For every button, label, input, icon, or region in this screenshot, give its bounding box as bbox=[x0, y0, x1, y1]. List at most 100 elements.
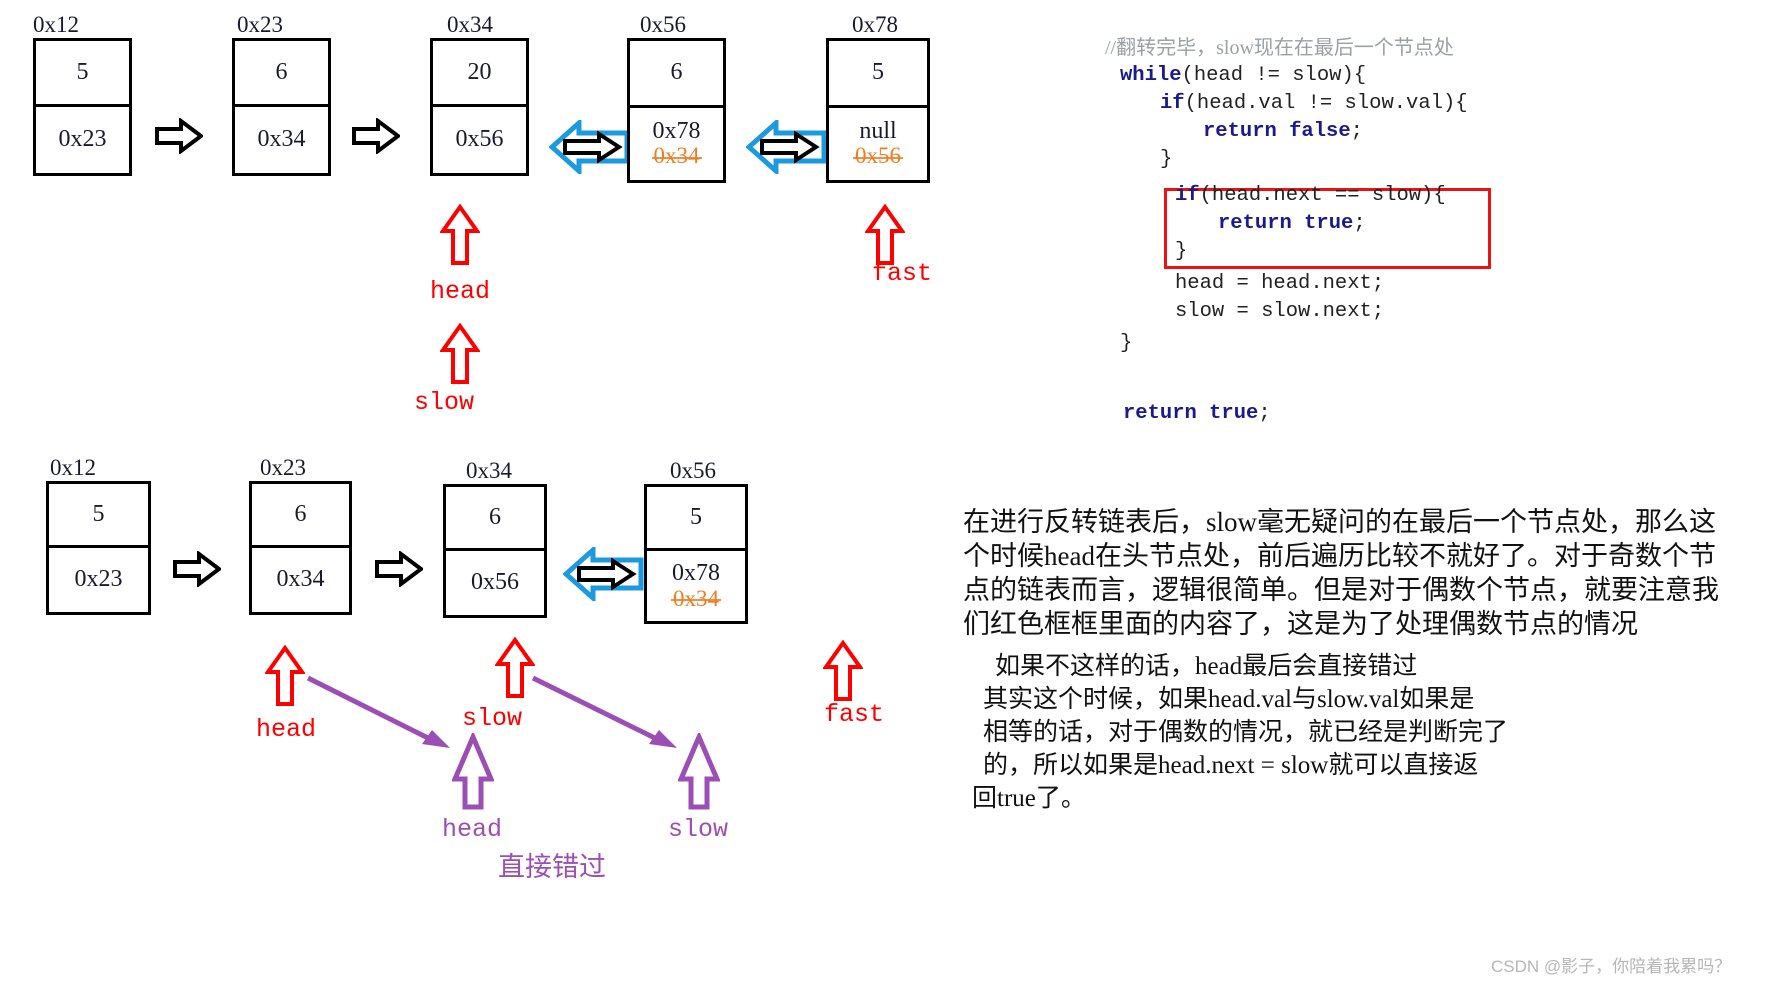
list-node: 5 0x23 bbox=[33, 38, 132, 176]
list-node: 20 0x56 bbox=[430, 38, 529, 176]
code-line: while(head != slow){ bbox=[1120, 62, 1366, 90]
node-next-value: 0x56 bbox=[455, 126, 504, 153]
code-text: } bbox=[1175, 240, 1188, 263]
code-keyword: if bbox=[1160, 92, 1185, 115]
node-next: 0x56 bbox=[433, 107, 526, 173]
code-text: (head.next == slow){ bbox=[1199, 184, 1446, 207]
note-line: 如果不这样的话，head最后会直接错过 bbox=[995, 653, 1418, 680]
next-pointer-arrow-icon bbox=[352, 117, 402, 159]
node-next: null 0x56 bbox=[829, 108, 927, 180]
head-new-pointer-label: head bbox=[442, 815, 503, 844]
code-keyword: if bbox=[1175, 184, 1200, 207]
node-value: 6 bbox=[446, 487, 544, 551]
note-line: 个时候head在头节点处，前后遍历比较不就好了。对于奇数个节 bbox=[963, 541, 1716, 571]
node-next: 0x34 bbox=[235, 107, 328, 173]
node-address-label: 0x56 bbox=[670, 458, 716, 483]
next-pointer-arrow-icon bbox=[173, 550, 223, 592]
node-next: 0x78 0x34 bbox=[630, 108, 723, 180]
node-value: 6 bbox=[235, 41, 328, 107]
node-next-old-value: 0x56 bbox=[853, 143, 903, 169]
next-pointer-arrow-icon bbox=[375, 550, 425, 592]
list-node: 5 null 0x56 bbox=[826, 38, 930, 183]
code-text: ; bbox=[1350, 120, 1363, 143]
note-line: 们红色框框里面的内容了，这是为了处理偶数节点的情况 bbox=[963, 609, 1638, 639]
code-block: //翻转完毕，slow现在在最后一个节点处 bbox=[1105, 34, 1454, 64]
note-line: 在进行反转链表后，slow毫无疑问的在最后一个节点处，那么这 bbox=[963, 507, 1717, 537]
code-text: ; bbox=[1353, 212, 1366, 235]
node-next: 0x56 bbox=[446, 551, 544, 615]
list-node: 6 0x34 bbox=[232, 38, 331, 176]
reversed-pointer-arrow-icon bbox=[548, 117, 631, 179]
node-next: 0x78 0x34 bbox=[647, 551, 745, 621]
list-node: 6 0x56 bbox=[443, 484, 547, 618]
node-value: 5 bbox=[36, 41, 129, 107]
node-next: 0x23 bbox=[36, 107, 129, 173]
node-address-label: 0x23 bbox=[260, 455, 306, 480]
fast-pointer-label: fast bbox=[872, 259, 933, 288]
node-next-value: 0x23 bbox=[74, 566, 123, 593]
node-next-value: null bbox=[859, 118, 897, 145]
note-line: 点的链表而言，逻辑很简单。但是对于偶数个节点，就要注意我 bbox=[963, 575, 1719, 605]
code-text: } bbox=[1120, 332, 1133, 355]
code-line-return: return true; bbox=[1123, 400, 1271, 428]
slow-new-pointer-arrow-icon bbox=[677, 730, 721, 816]
code-text: ; bbox=[1258, 402, 1271, 425]
slow-pointer-arrow-icon bbox=[439, 322, 481, 390]
slow-new-pointer-label: slow bbox=[668, 815, 729, 844]
code-line: } bbox=[1160, 146, 1172, 174]
list-node: 6 0x34 bbox=[249, 481, 352, 615]
node-next-value: 0x23 bbox=[58, 126, 107, 153]
head-pointer-arrow-icon bbox=[264, 644, 306, 712]
head-new-pointer-arrow-icon bbox=[451, 730, 495, 816]
node-next: 0x23 bbox=[49, 548, 148, 612]
node-next-value: 0x34 bbox=[257, 126, 306, 153]
list-node: 5 0x78 0x34 bbox=[644, 484, 748, 624]
reversed-pointer-arrow-icon bbox=[562, 544, 645, 606]
head-move-arrow-icon bbox=[306, 675, 450, 748]
list-node: 6 0x78 0x34 bbox=[627, 38, 726, 183]
fast-pointer-label: fast bbox=[824, 700, 885, 729]
fast-pointer-arrow-icon bbox=[822, 639, 864, 707]
node-value: 6 bbox=[630, 41, 723, 108]
missed-caption: 直接错过 bbox=[498, 852, 606, 882]
code-comment: //翻转完毕，slow现在在最后一个节点处 bbox=[1105, 37, 1454, 59]
code-text: (head != slow){ bbox=[1181, 64, 1367, 87]
diagram-canvas: 0x12 5 0x23 0x23 6 0x34 0x34 20 0x56 0x5… bbox=[0, 0, 1769, 996]
node-address-label: 0x23 bbox=[237, 12, 283, 37]
code-line: slow = slow.next; bbox=[1175, 298, 1384, 326]
head-pointer-label: head bbox=[430, 277, 491, 306]
node-next-old-value: 0x34 bbox=[671, 585, 721, 611]
node-value: 20 bbox=[433, 41, 526, 107]
node-next: 0x34 bbox=[252, 548, 349, 612]
code-line: } bbox=[1175, 238, 1187, 266]
code-text: slow = slow.next; bbox=[1175, 300, 1385, 323]
note-line: 的，所以如果是head.next = slow就可以直接返 bbox=[983, 752, 1479, 779]
node-next-value: 0x34 bbox=[276, 566, 325, 593]
next-pointer-arrow-icon bbox=[155, 117, 205, 159]
code-keyword: return true bbox=[1218, 212, 1354, 235]
node-address-label: 0x34 bbox=[466, 458, 512, 483]
node-value: 5 bbox=[829, 41, 927, 108]
slow-move-arrow-icon bbox=[531, 675, 677, 748]
code-line: head = head.next; bbox=[1175, 270, 1384, 298]
code-line: } bbox=[1120, 330, 1132, 358]
node-value: 6 bbox=[252, 484, 349, 548]
node-address-label: 0x56 bbox=[640, 12, 686, 37]
note-line: 其实这个时候，如果head.val与slow.val如果是 bbox=[983, 686, 1475, 713]
code-keyword: return false bbox=[1203, 120, 1351, 143]
code-text: head = head.next; bbox=[1175, 272, 1385, 295]
node-value: 5 bbox=[49, 484, 148, 548]
node-address-label: 0x78 bbox=[852, 12, 898, 37]
code-line: if(head.next == slow){ bbox=[1175, 182, 1446, 210]
node-value: 5 bbox=[647, 487, 745, 552]
code-line: return false; bbox=[1203, 118, 1363, 146]
head-pointer-arrow-icon bbox=[439, 203, 481, 271]
node-next-value: 0x56 bbox=[471, 569, 519, 596]
reversed-pointer-arrow-icon bbox=[745, 117, 828, 179]
code-line: return true; bbox=[1218, 210, 1366, 238]
node-next-value: 0x78 bbox=[672, 560, 720, 587]
watermark-label: CSDN @影子，你陪着我累吗？ bbox=[1491, 957, 1732, 976]
list-node: 5 0x23 bbox=[46, 481, 151, 615]
code-text: } bbox=[1160, 148, 1173, 171]
note-line: 回true了。 bbox=[972, 785, 1086, 812]
